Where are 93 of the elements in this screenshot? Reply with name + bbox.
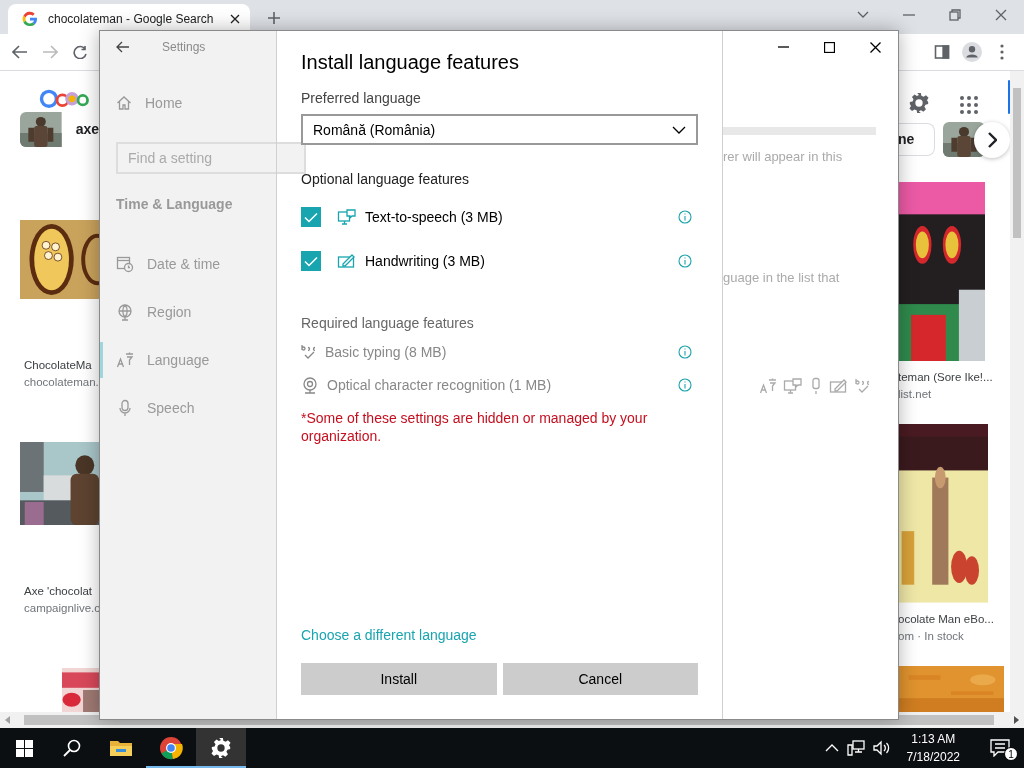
avatar-icon	[962, 41, 982, 63]
speaker-icon	[872, 740, 891, 756]
search-field[interactable]: Find a setting	[116, 142, 306, 174]
chevron-down-icon	[672, 125, 686, 134]
menu-icon	[1000, 44, 1004, 60]
cancel-button[interactable]: Cancel	[502, 663, 698, 695]
minimize-icon	[903, 14, 915, 16]
profile-button[interactable]	[962, 41, 982, 63]
plus-icon	[267, 11, 281, 25]
maximize-icon	[823, 41, 835, 53]
network-button[interactable]	[846, 740, 865, 756]
feature-label: Basic typing (8 MB)	[325, 343, 448, 360]
checkbox[interactable]	[301, 207, 321, 227]
clock[interactable]: 1:13 AM 7/18/2022	[898, 730, 968, 766]
side-panel-icon	[934, 44, 950, 60]
page-text: rer will appear in this	[723, 149, 844, 164]
abc-check-icon	[855, 377, 871, 395]
pen-box-icon	[337, 252, 357, 270]
pen-box-icon	[829, 377, 849, 395]
network-icon	[846, 740, 865, 756]
scroll-left-icon[interactable]	[4, 716, 12, 724]
scroll-right-icon[interactable]	[1012, 716, 1020, 724]
language-icon	[116, 351, 134, 369]
chevron-right-icon	[987, 131, 997, 148]
gear-icon	[210, 737, 232, 759]
policy-note: *Some of these settings are hidden or managed by your organization.	[301, 409, 649, 445]
language-dropdown[interactable]: Română (România)	[301, 114, 698, 145]
settings-button[interactable]	[908, 91, 930, 114]
result-title[interactable]: ocolate Man eBo...	[898, 611, 1010, 627]
language-icon	[759, 377, 777, 395]
checkbox[interactable]	[301, 251, 321, 271]
feature-label: Text-to-speech (3 MB)	[365, 209, 504, 225]
result-source: list.net	[898, 387, 933, 403]
restore-icon	[949, 9, 961, 21]
section-heading: Optional language features	[301, 171, 471, 187]
google-icon	[22, 11, 38, 27]
field-label: Preferred language	[301, 90, 422, 106]
search-icon	[63, 739, 81, 757]
tray-overflow-button[interactable]	[824, 744, 839, 752]
microphone-icon	[809, 377, 823, 395]
arrow-left-icon	[12, 45, 28, 59]
globe-icon	[116, 303, 134, 321]
dialog-title: Install language features	[301, 51, 520, 74]
chip-label[interactable]: axe	[75, 121, 99, 138]
notifications-button[interactable]: 1	[976, 728, 1024, 768]
folder-icon	[109, 738, 133, 758]
window-title: Settings	[162, 40, 206, 54]
info-icon[interactable]	[678, 377, 692, 392]
browser-tab[interactable]: chocolateman - Google Search	[8, 4, 250, 34]
speech-bubble-monitor-icon	[337, 208, 357, 226]
feature-label: Handwriting (3 MB)	[365, 253, 486, 269]
info-icon[interactable]	[678, 254, 692, 268]
result-title[interactable]: teman (Sore Ike!...	[898, 369, 1010, 386]
speech-bubble-monitor-icon	[783, 377, 803, 395]
result-source: chocolateman.	[24, 374, 99, 390]
apps-button[interactable]	[960, 95, 978, 114]
close-icon	[869, 41, 881, 53]
message-icon	[990, 739, 1010, 757]
checkmark-icon	[304, 255, 318, 267]
apps-grid-icon	[960, 95, 978, 114]
info-icon[interactable]	[678, 210, 692, 224]
next-button[interactable]	[974, 121, 1010, 158]
calendar-clock-icon	[116, 255, 134, 273]
microphone-icon	[116, 399, 134, 417]
settings-icon	[908, 91, 930, 114]
chrome-icon	[159, 736, 183, 760]
windows-icon	[15, 739, 33, 757]
vertical-scrollbar[interactable]	[1010, 71, 1024, 712]
arrow-left-icon	[116, 41, 130, 53]
section-heading: Time & Language	[116, 196, 234, 212]
taskbar-app[interactable]	[196, 728, 246, 768]
scan-eye-icon	[301, 375, 319, 394]
notification-count: 1	[1004, 747, 1018, 761]
result-source: om · In stock	[898, 629, 965, 644]
home-icon	[116, 95, 132, 111]
reload-icon	[73, 45, 87, 59]
arrow-right-icon	[42, 45, 58, 59]
chevron-down-icon	[857, 11, 869, 19]
feature-label: Optical character recognition (1 MB)	[327, 376, 553, 393]
minimize-icon	[777, 46, 789, 48]
install-button[interactable]: Install	[301, 663, 497, 695]
info-icon[interactable]	[678, 344, 692, 359]
checkmark-icon	[304, 211, 318, 223]
result-source: campaignlive.c	[24, 601, 99, 616]
page-text: guage in the list that	[723, 270, 841, 285]
abc-check-icon	[301, 342, 317, 361]
chevron-up-icon	[824, 744, 839, 752]
result-title[interactable]: ChocolateMa	[24, 356, 99, 373]
close-icon	[995, 9, 1007, 21]
close-icon	[230, 14, 240, 24]
result-title[interactable]: Axe 'chocolat	[24, 583, 99, 599]
section-heading: Required language features	[301, 315, 475, 331]
volume-button[interactable]	[872, 740, 891, 756]
